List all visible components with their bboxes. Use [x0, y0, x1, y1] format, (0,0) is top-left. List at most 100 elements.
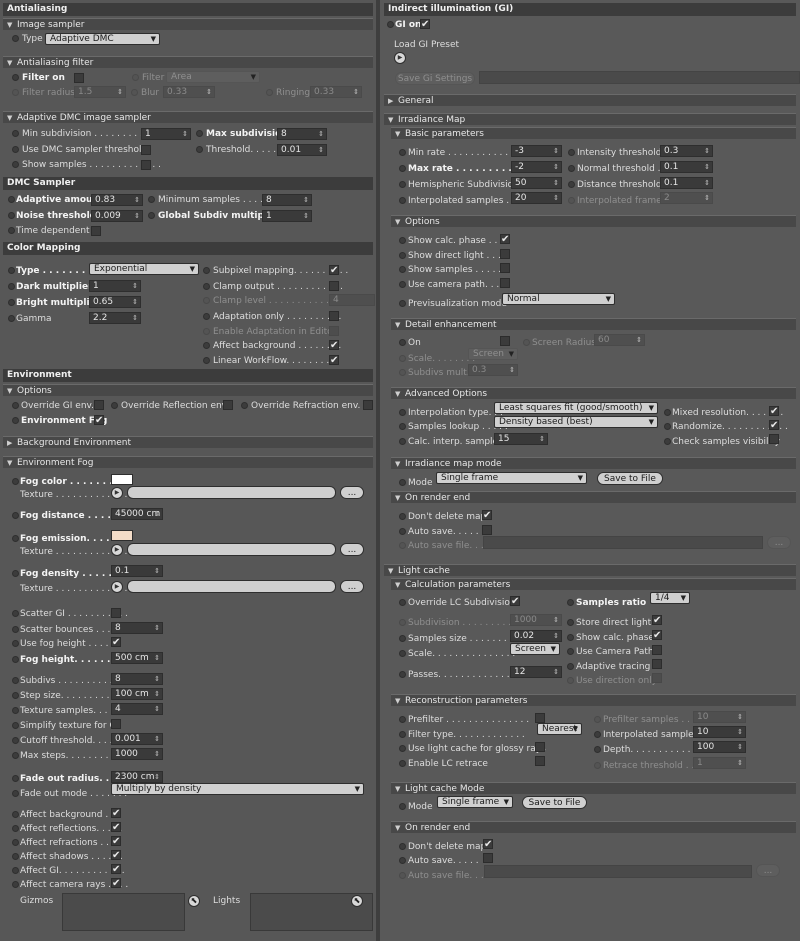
lc-save-to-file-button[interactable]: Save to File [522, 796, 587, 809]
filter-type-dropdown[interactable]: Nearest ▼ [537, 723, 582, 735]
animate-dot-icon[interactable] [12, 881, 19, 888]
use-camera-path-checkbox[interactable] [500, 278, 510, 288]
animate-dot-icon[interactable] [12, 656, 19, 663]
animate-dot-icon[interactable] [399, 650, 406, 657]
animate-dot-icon[interactable] [148, 196, 155, 203]
animate-dot-icon[interactable] [567, 634, 574, 641]
group-adaptive-dmc[interactable]: ▼ Adaptive DMC image sampler [3, 111, 373, 123]
check-samples-visibility-checkbox[interactable] [769, 434, 779, 444]
animate-dot-icon[interactable] [567, 599, 574, 606]
global-subdiv-field[interactable]: 1 ⇕ [262, 210, 312, 222]
animate-dot-icon[interactable] [12, 640, 19, 647]
fog-emission-swatch[interactable] [111, 530, 133, 541]
animate-dot-icon[interactable] [148, 212, 155, 219]
affect-refractions-checkbox[interactable]: ✔ [111, 836, 121, 847]
prefilter-checkbox[interactable] [535, 713, 545, 723]
animate-dot-icon[interactable] [203, 342, 210, 349]
animate-dot-icon[interactable] [12, 130, 19, 137]
simplify-texture-checkbox[interactable] [111, 719, 121, 729]
animate-dot-icon[interactable] [8, 212, 15, 219]
animate-dot-icon[interactable] [8, 227, 15, 234]
animate-dot-icon[interactable] [399, 181, 406, 188]
lc-use-camera-path-checkbox[interactable] [652, 645, 662, 655]
lc-subdivision-field[interactable]: 1000 ⇕ [510, 614, 562, 626]
animate-dot-icon[interactable] [8, 196, 15, 203]
texture-samples-field[interactable]: 4 ⇕ [111, 703, 163, 715]
animate-dot-icon[interactable] [8, 267, 15, 274]
subdivs-field[interactable]: 8 ⇕ [111, 673, 163, 685]
enable-adaptation-checkbox[interactable] [329, 326, 339, 336]
affect-shadows-checkbox[interactable]: ✔ [111, 850, 121, 861]
randomize-checkbox[interactable]: ✔ [769, 420, 779, 431]
fog-density-texture-slot[interactable] [127, 580, 336, 593]
lc-mode-dropdown[interactable]: Single frame ▼ [437, 796, 513, 808]
samples-ratio-dropdown[interactable]: 1/4 ▼ [650, 592, 690, 604]
animate-dot-icon[interactable] [567, 648, 574, 655]
animate-dot-icon[interactable] [8, 315, 15, 322]
environment-fog-checkbox[interactable]: ✔ [94, 415, 104, 426]
min-subdiv-field[interactable]: 1 ⇕ [141, 128, 191, 140]
use-fog-height-checkbox[interactable]: ✔ [111, 637, 121, 648]
bright-multiplier-field[interactable]: 0.65 ⇕ [89, 296, 141, 308]
filter-type-dropdown[interactable]: Area ▼ [166, 71, 260, 83]
animate-dot-icon[interactable] [12, 867, 19, 874]
animate-dot-icon[interactable] [664, 409, 671, 416]
subdivs-mult-field[interactable]: 0.3 ⇕ [468, 364, 518, 376]
animate-dot-icon[interactable] [399, 716, 406, 723]
animate-dot-icon[interactable] [203, 313, 210, 320]
group-detail-enhancement[interactable]: ▼ Detail enhancement [391, 318, 796, 330]
normal-threshold-field[interactable]: 0.1 ⇕ [660, 161, 713, 173]
step-size-field[interactable]: 100 cm ⇕ [111, 688, 163, 700]
max-rate-field[interactable]: -2 ⇕ [511, 161, 562, 173]
section-light-cache[interactable]: ▼ Light cache [384, 564, 796, 576]
lc-auto-save-browse-button[interactable]: ... [756, 864, 780, 877]
animate-dot-icon[interactable] [568, 149, 575, 156]
animate-dot-icon[interactable] [568, 181, 575, 188]
section-environment[interactable]: Environment [3, 369, 373, 382]
animate-dot-icon[interactable] [12, 35, 19, 42]
clamp-output-checkbox[interactable] [329, 281, 339, 291]
previsualization-mode-dropdown[interactable]: Normal ▼ [502, 293, 615, 305]
group-advanced-options[interactable]: ▼ Advanced Options [391, 387, 796, 399]
affect-reflections-checkbox[interactable]: ✔ [111, 822, 121, 833]
animate-dot-icon[interactable] [241, 402, 248, 409]
animate-dot-icon[interactable] [12, 512, 19, 519]
gizmos-picker-icon[interactable]: ⬉ [188, 895, 200, 907]
lc-scale-dropdown[interactable]: Screen ▼ [510, 643, 560, 655]
texture-play-icon[interactable]: ▶ [111, 544, 123, 556]
section-general[interactable]: ▶ General [384, 94, 796, 106]
store-direct-light-checkbox[interactable]: ✔ [652, 615, 662, 626]
calc-interp-samples-field[interactable]: 15 ⇕ [494, 433, 548, 445]
animate-dot-icon[interactable] [12, 839, 19, 846]
threshold-field[interactable]: 0.01 ⇕ [277, 144, 327, 156]
irr-save-to-file-button[interactable]: Save to File [597, 472, 663, 485]
animate-dot-icon[interactable] [196, 146, 203, 153]
scatter-gi-checkbox[interactable] [111, 608, 121, 618]
group-background-environment[interactable]: ▶ Background Environment [3, 436, 373, 448]
animate-dot-icon[interactable] [567, 663, 574, 670]
animate-dot-icon[interactable] [399, 252, 406, 259]
lc-show-calc-phase-checkbox[interactable]: ✔ [652, 630, 662, 641]
lc-dont-delete-checkbox[interactable]: ✔ [483, 839, 493, 850]
animate-dot-icon[interactable] [12, 417, 19, 424]
section-color-mapping[interactable]: Color Mapping [3, 242, 373, 255]
animate-dot-icon[interactable] [399, 760, 406, 767]
irr-dont-delete-checkbox[interactable]: ✔ [482, 510, 492, 521]
animate-dot-icon[interactable] [12, 570, 19, 577]
fog-color-texture-slot[interactable] [127, 486, 336, 499]
group-basic-parameters[interactable]: ▼ Basic parameters [391, 127, 796, 139]
animate-dot-icon[interactable] [399, 266, 406, 273]
gi-settings-path-field[interactable] [479, 71, 800, 84]
animate-dot-icon[interactable] [12, 478, 19, 485]
time-dependent-checkbox[interactable] [91, 226, 101, 236]
adaptive-amount-field[interactable]: 0.83 ⇕ [91, 194, 143, 206]
color-mapping-type-dropdown[interactable]: Exponential ▼ [89, 263, 199, 275]
animate-dot-icon[interactable] [12, 825, 19, 832]
animate-dot-icon[interactable] [12, 790, 19, 797]
detail-on-checkbox[interactable] [500, 336, 510, 346]
animate-dot-icon[interactable] [399, 479, 406, 486]
filter-on-checkbox[interactable] [74, 73, 84, 83]
gi-on-checkbox[interactable]: ✔ [420, 19, 430, 30]
animate-dot-icon[interactable] [399, 671, 406, 678]
texture-play-icon[interactable]: ▶ [111, 487, 123, 499]
